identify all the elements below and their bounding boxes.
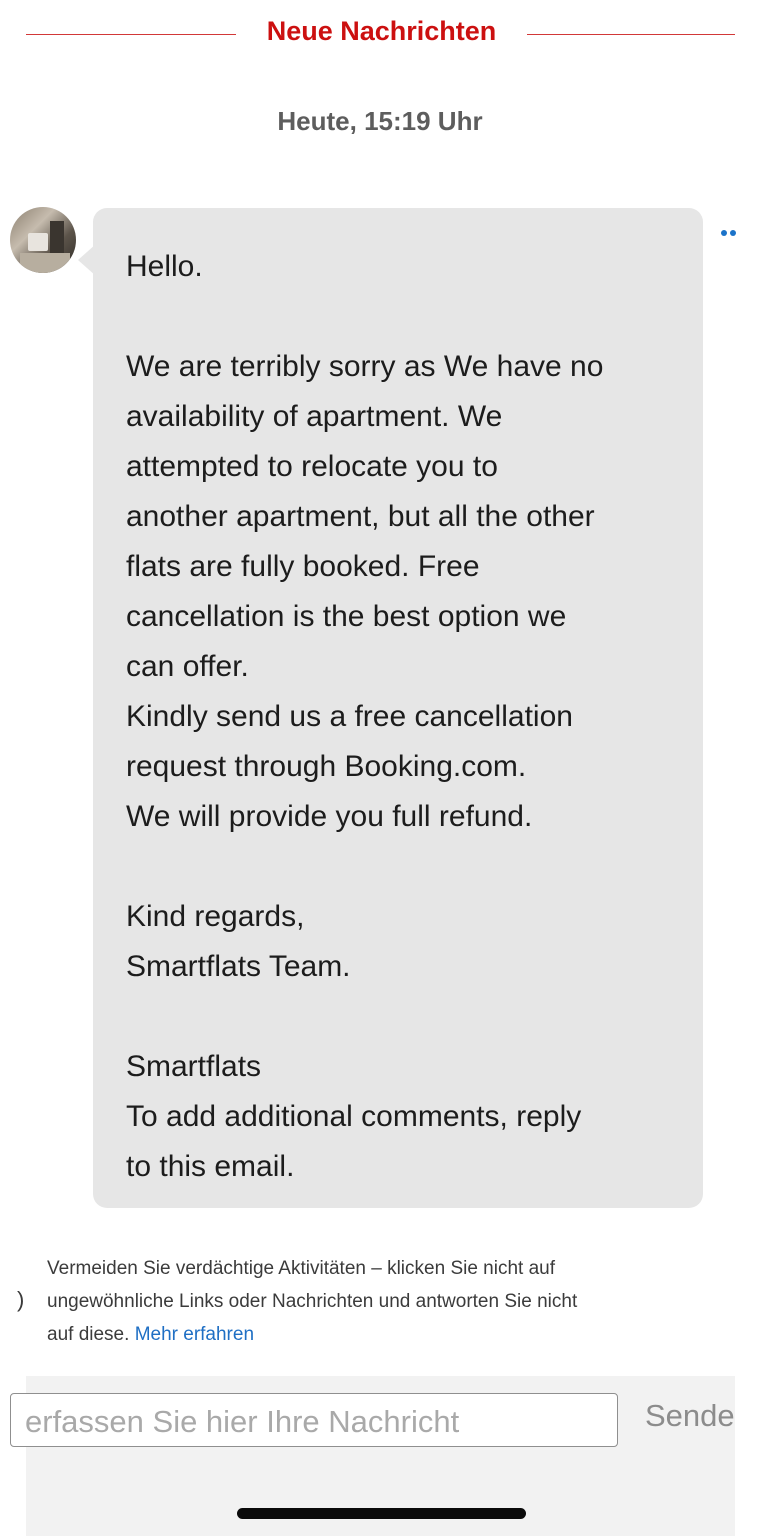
sender-avatar[interactable] xyxy=(10,207,76,273)
message-line: can offer. xyxy=(126,650,249,683)
message-line: availability of apartment. We xyxy=(126,400,503,433)
message-greeting: Hello. xyxy=(126,250,203,283)
send-button[interactable]: Sende xyxy=(645,1398,735,1434)
message-bubble: Hello. We are terribly sorry as We have … xyxy=(93,208,703,1208)
message-line: Smartflats Team. xyxy=(126,950,351,983)
new-messages-divider: Neue Nachrichten xyxy=(266,16,497,46)
message-line: We will provide you full refund. xyxy=(126,800,533,833)
message-line: cancellation is the best option we xyxy=(126,600,567,633)
learn-more-link[interactable]: Mehr erfahren xyxy=(135,1324,254,1345)
message-line: We are terribly sorry as We have no xyxy=(126,350,604,383)
message-line: request through Booking.com. xyxy=(126,750,527,783)
security-notice: Vermeiden Sie verdächtige Aktivitäten – … xyxy=(47,1252,727,1351)
divider-line-right xyxy=(527,34,735,35)
divider-line-left xyxy=(26,34,236,35)
message-input[interactable]: erfassen Sie hier Ihre Nachricht xyxy=(10,1393,618,1447)
home-indicator[interactable] xyxy=(237,1508,526,1519)
message-line: to this email. xyxy=(126,1150,295,1183)
notice-line: Vermeiden Sie verdächtige Aktivitäten – … xyxy=(47,1258,556,1279)
message-line: another apartment, but all the other xyxy=(126,500,595,533)
message-line: Kind regards, xyxy=(126,900,305,933)
notice-icon: ) xyxy=(17,1287,25,1312)
notice-line: ungewöhnliche Links oder Nachrichten und… xyxy=(47,1291,578,1312)
message-line: attempted to relocate you to xyxy=(126,450,498,483)
message-line: Smartflats xyxy=(126,1050,262,1083)
more-options-icon[interactable] xyxy=(719,226,741,238)
message-line: Kindly send us a free cancellation xyxy=(126,700,573,733)
message-line: flats are fully booked. Free xyxy=(126,550,480,583)
message-timestamp: Heute, 15:19 Uhr xyxy=(277,106,483,136)
chat-screen: Neue Nachrichten Heute, 15:19 Uhr Hello.… xyxy=(0,0,760,1536)
notice-line: auf diese. Mehr erfahren xyxy=(47,1324,255,1345)
message-line: To add additional comments, reply xyxy=(126,1100,582,1133)
